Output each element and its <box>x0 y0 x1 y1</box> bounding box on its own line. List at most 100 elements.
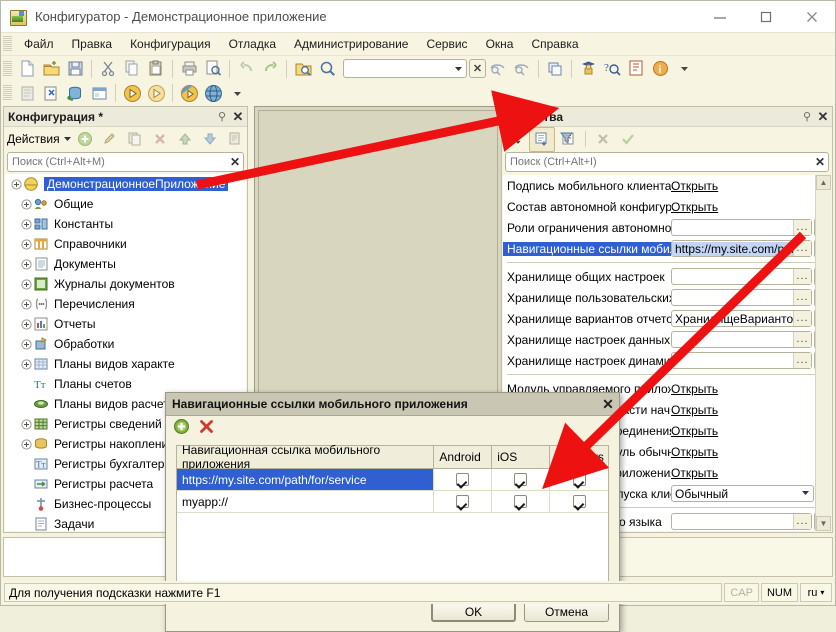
find-in-folder-icon[interactable] <box>291 57 315 80</box>
start-no-debug-icon[interactable] <box>144 82 168 105</box>
property-value-field[interactable]: ... <box>671 352 812 369</box>
tree-item-reports[interactable]: Отчеты <box>5 314 246 334</box>
close-button[interactable] <box>789 1 835 32</box>
sort-az-icon[interactable]: AZ <box>504 128 528 151</box>
status-language[interactable]: ru ▾ <box>800 583 832 602</box>
tree-item-chart-of-accounts[interactable]: Tт Планы счетов <box>5 374 246 394</box>
checkbox-checked-icon[interactable] <box>514 495 528 508</box>
user-list-icon[interactable] <box>576 57 600 80</box>
select-value-button[interactable]: ... <box>793 241 811 256</box>
menu-debug[interactable]: Отладка <box>220 35 285 53</box>
properties-search-clear-icon[interactable]: ✕ <box>812 155 828 169</box>
tree-item-catalogs[interactable]: Справочники <box>5 234 246 254</box>
toolbar-grip-icon[interactable] <box>3 60 12 77</box>
window-list-icon[interactable] <box>87 82 111 105</box>
configuration-panel-close-icon[interactable]: ✕ <box>229 109 247 125</box>
column-header-windows[interactable]: Windows <box>550 446 608 468</box>
select-value-button[interactable]: ... <box>793 311 811 326</box>
move-down-icon[interactable] <box>198 128 222 151</box>
property-row[interactable]: Хранилище общих настроек ... ✕ <box>503 266 831 287</box>
cell-windows-checkbox[interactable] <box>550 469 608 490</box>
checkbox-checked-icon[interactable] <box>456 473 470 486</box>
print-preview-icon[interactable] <box>201 57 225 80</box>
property-open-link[interactable]: Открыть <box>671 424 718 438</box>
column-header-link[interactable]: Навигационная ссылка мобильного приложен… <box>177 443 435 471</box>
expander-icon[interactable] <box>19 217 33 231</box>
cell-link[interactable]: https://my.site.com/path/for/service <box>177 469 435 490</box>
menu-administration[interactable]: Администрирование <box>285 35 417 53</box>
cell-windows-checkbox[interactable] <box>550 491 608 512</box>
chevron-down-icon[interactable] <box>451 61 466 76</box>
expander-icon[interactable] <box>19 437 33 451</box>
help-search-icon[interactable]: ? <box>600 57 624 80</box>
apply-check-icon[interactable] <box>616 128 640 151</box>
select-value-button[interactable]: ... <box>793 332 811 347</box>
dialog-close-icon[interactable]: ✕ <box>597 396 619 413</box>
property-open-link[interactable]: Открыть <box>671 445 718 459</box>
property-row[interactable]: Хранилище настроек динамических н ... ✕ <box>503 350 831 371</box>
expander-icon[interactable] <box>19 337 33 351</box>
tree-item-document-journals[interactable]: Журналы документов <box>5 274 246 294</box>
page-delete-icon[interactable] <box>39 82 63 105</box>
menu-service[interactable]: Сервис <box>417 35 476 53</box>
redo-icon[interactable] <box>258 57 282 80</box>
cell-android-checkbox[interactable] <box>434 491 493 512</box>
scroll-up-icon[interactable]: ▲ <box>816 175 831 190</box>
property-select-field[interactable]: Обычный <box>671 485 814 502</box>
actions-chevron-down-icon[interactable] <box>63 132 72 146</box>
select-value-button[interactable]: ... <box>793 514 811 529</box>
search-icon[interactable] <box>315 57 339 80</box>
property-value-field[interactable]: ХранилищеВариантовОтч ... <box>671 310 812 327</box>
checkbox-checked-icon[interactable] <box>572 473 586 486</box>
minimize-button[interactable] <box>697 1 743 32</box>
column-header-ios[interactable]: iOS <box>492 446 551 468</box>
add-icon[interactable] <box>173 418 190 438</box>
properties-panel-close-icon[interactable]: ✕ <box>814 109 832 125</box>
table-row[interactable]: https://my.site.com/path/for/service <box>177 469 608 491</box>
cut-icon[interactable] <box>96 57 120 80</box>
clear-search-button[interactable]: ✕ <box>469 59 486 78</box>
property-open-link[interactable]: Открыть <box>671 200 718 214</box>
cell-ios-checkbox[interactable] <box>492 469 551 490</box>
tree-item-constants[interactable]: Константы <box>5 214 246 234</box>
navigation-links-grid[interactable]: Навигационная ссылка мобильного приложен… <box>176 443 609 597</box>
filter-icon[interactable] <box>556 128 580 151</box>
add-icon[interactable] <box>73 128 97 151</box>
undo-icon[interactable] <box>234 57 258 80</box>
configuration-search-box[interactable]: ✕ <box>7 152 244 172</box>
pin-icon[interactable]: ⚲ <box>215 110 229 123</box>
checkbox-checked-icon[interactable] <box>456 495 470 508</box>
properties-scrollbar[interactable]: ▲ ▼ <box>815 175 831 531</box>
new-document-icon[interactable] <box>15 57 39 80</box>
start-debug-icon[interactable] <box>120 82 144 105</box>
menu-file[interactable]: Файл <box>15 35 63 53</box>
web-client-icon[interactable] <box>201 82 225 105</box>
delete-icon[interactable] <box>198 418 215 438</box>
expander-icon[interactable] <box>19 257 33 271</box>
table-row[interactable]: myapp:// <box>177 491 608 513</box>
expander-icon[interactable] <box>19 197 33 211</box>
page-icon[interactable] <box>15 82 39 105</box>
menu-grip-icon[interactable] <box>3 36 12 52</box>
properties-pin-icon[interactable]: ⚲ <box>800 110 814 123</box>
clear-icon[interactable] <box>591 128 615 151</box>
save-icon[interactable] <box>63 57 87 80</box>
copy-icon[interactable] <box>120 57 144 80</box>
menu-configuration[interactable]: Конфигурация <box>121 35 220 53</box>
chevron-down-icon[interactable] <box>798 488 813 499</box>
property-row[interactable]: Хранилище настроек данных фо ... ✕ <box>503 329 831 350</box>
windows-cascade-icon[interactable] <box>543 57 567 80</box>
tree-item-root[interactable]: ДемонстрационноеПриложение <box>5 174 246 194</box>
property-row[interactable]: Хранилище пользовательских н ... ✕ <box>503 287 831 308</box>
property-open-link[interactable]: Открыть <box>671 382 718 396</box>
cell-link[interactable]: myapp:// <box>177 491 435 512</box>
select-value-button[interactable]: ... <box>793 290 811 305</box>
property-row-navigation-links[interactable]: Навигационные ссылки мобиль https://my.s… <box>503 238 831 259</box>
checkbox-checked-icon[interactable] <box>514 473 528 486</box>
expander-icon[interactable] <box>19 317 33 331</box>
tree-item-common[interactable]: Общие <box>5 194 246 214</box>
toolbar2-grip-icon[interactable] <box>3 85 12 101</box>
properties-search-input[interactable] <box>506 155 812 169</box>
property-value-field[interactable]: ... <box>671 289 812 306</box>
ok-button[interactable]: OK <box>431 601 516 622</box>
